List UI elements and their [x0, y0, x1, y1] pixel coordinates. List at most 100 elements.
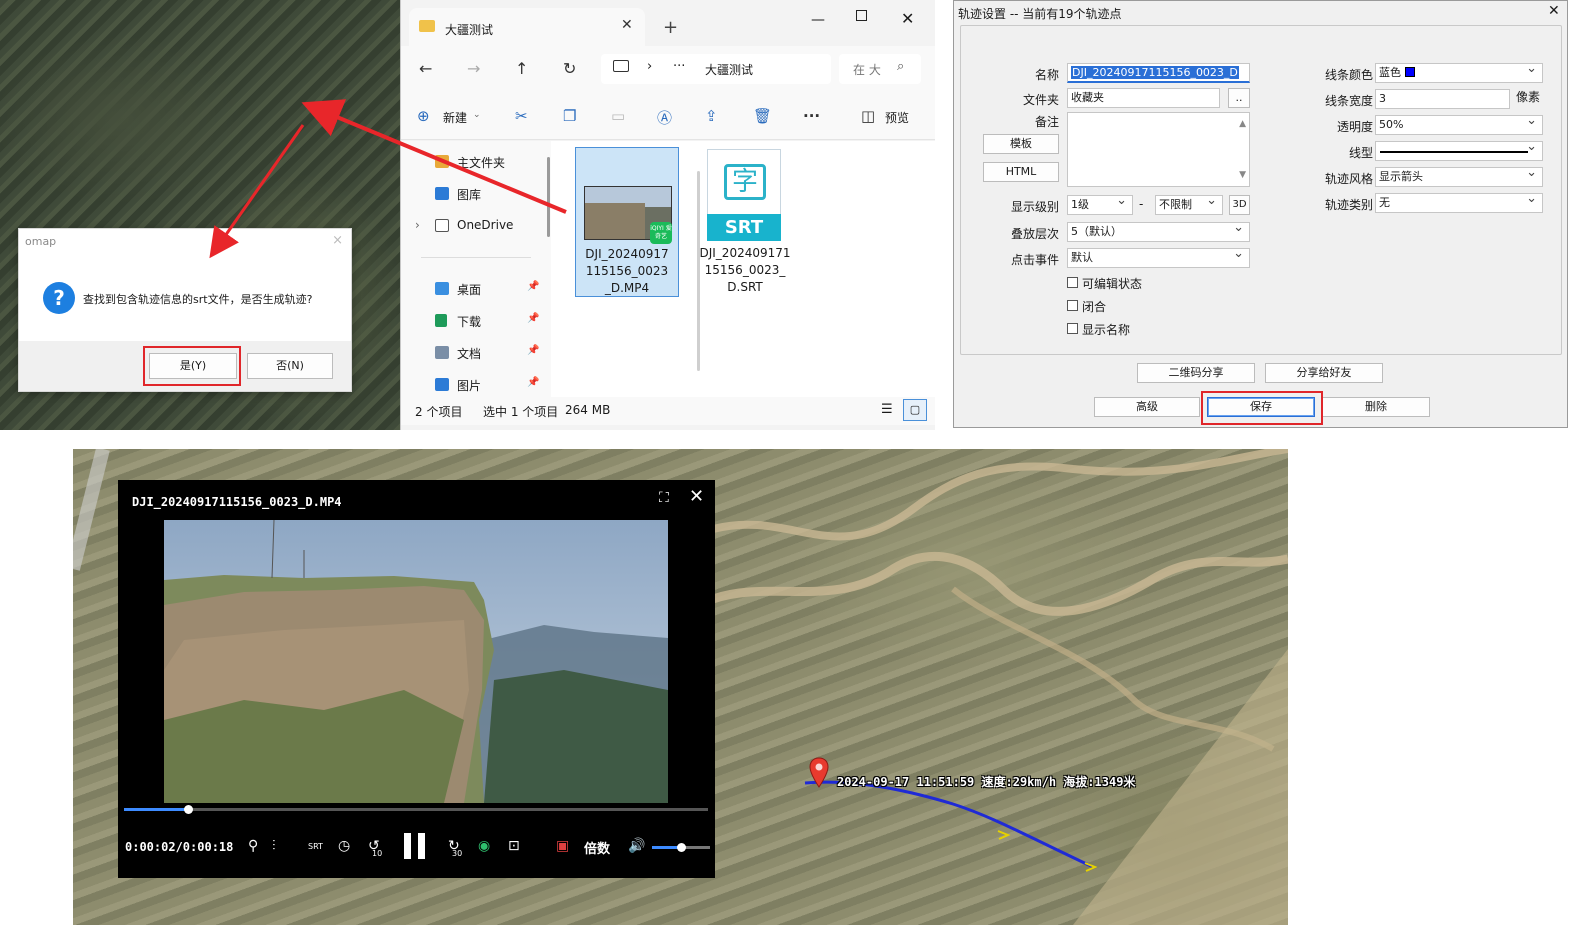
- chevron-down-icon[interactable]: ⌄: [473, 110, 481, 120]
- cut-icon[interactable]: ✂: [515, 107, 528, 125]
- html-button[interactable]: HTML: [983, 162, 1059, 182]
- track-type-select[interactable]: 无: [1375, 193, 1543, 213]
- file-name: DJI_20240917115156_0023_D.MP4: [585, 247, 669, 295]
- pin-icon[interactable]: 📌: [527, 313, 539, 324]
- pin-icon[interactable]: 📌: [527, 345, 539, 356]
- new-tab-button[interactable]: +: [663, 17, 678, 38]
- details-view-icon[interactable]: ☰: [881, 402, 893, 417]
- chevron-right-icon[interactable]: ›: [415, 218, 420, 232]
- refresh-icon[interactable]: ↻: [563, 59, 576, 78]
- display-level-label: 显示级别: [1010, 200, 1059, 214]
- folder-browse-button[interactable]: ..: [1228, 88, 1250, 108]
- back-arrow-icon[interactable]: ←: [419, 59, 432, 78]
- pause-button[interactable]: [404, 833, 426, 859]
- pin-icon[interactable]: 📌: [527, 377, 539, 388]
- location-pin-icon[interactable]: [809, 757, 829, 789]
- rewind-seconds: 10: [372, 849, 383, 858]
- copy-icon[interactable]: ❐: [563, 107, 576, 125]
- line-sample: [1380, 151, 1528, 153]
- stack-level-label: 叠放层次: [1010, 227, 1059, 241]
- main-scrollbar[interactable]: [697, 171, 700, 371]
- volume-icon[interactable]: 🔊: [628, 838, 645, 854]
- srt-icon[interactable]: SRT: [308, 842, 323, 851]
- track-line[interactable]: [804, 780, 1094, 869]
- speed-button[interactable]: 倍数: [584, 838, 610, 857]
- advanced-button[interactable]: 高级: [1094, 397, 1200, 417]
- subtitle-glyph: 字: [724, 164, 766, 200]
- up-arrow-icon[interactable]: ↑: [515, 59, 528, 78]
- note-textarea[interactable]: ▲ ▼: [1067, 112, 1250, 187]
- tiles-view-icon[interactable]: ▢: [903, 399, 927, 421]
- close-icon[interactable]: ✕: [621, 17, 633, 33]
- file-item-mp4[interactable]: iQIYI 爱奇艺 DJI_20240917115156_0023_D.MP4: [575, 147, 679, 297]
- new-button[interactable]: 新建: [443, 109, 467, 126]
- address-bar[interactable]: › ··· 大疆测试: [601, 54, 831, 84]
- close-icon[interactable]: ×: [332, 233, 343, 248]
- display-level-from-select[interactable]: 1级: [1067, 195, 1133, 215]
- file-name: DJI_20240917115156_0023_D.SRT: [699, 246, 791, 294]
- volume-slider[interactable]: [652, 843, 710, 852]
- line-color-select[interactable]: 蓝色: [1375, 63, 1543, 83]
- srt-band: SRT: [707, 214, 781, 241]
- more-icon[interactable]: ···: [803, 107, 820, 125]
- globe-sync-icon[interactable]: ◉: [478, 838, 490, 854]
- speed-clock-icon[interactable]: ◷: [338, 838, 350, 854]
- satellite-map-top[interactable]: omap × ? 查找到包含轨迹信息的srt文件，是否生成轨迹? 是(Y) 否(…: [0, 0, 400, 430]
- video-frame[interactable]: [164, 520, 668, 803]
- close-icon[interactable]: ✕: [689, 486, 704, 507]
- track-style-select[interactable]: 显示箭头: [1375, 167, 1543, 187]
- status-bar: 2 个项目 选中 1 个项目 264 MB ☰ ▢: [401, 397, 935, 425]
- display-level-to-select[interactable]: 不限制: [1155, 195, 1223, 215]
- opacity-select[interactable]: 50%: [1375, 115, 1543, 135]
- name-input[interactable]: DJI_20240917115156_0023_D: [1067, 63, 1250, 83]
- progress-knob[interactable]: [184, 805, 194, 814]
- line-type-select[interactable]: [1375, 141, 1543, 161]
- screenshot-icon[interactable]: ⊡: [508, 838, 520, 854]
- dialog-title: 轨迹设置 -- 当前有19个轨迹点: [958, 7, 1122, 21]
- maximize-button[interactable]: [856, 10, 867, 21]
- yes-button[interactable]: 是(Y): [149, 353, 237, 379]
- no-button[interactable]: 否(N): [247, 353, 333, 379]
- omap-confirm-dialog: omap × ? 查找到包含轨迹信息的srt文件，是否生成轨迹? 是(Y) 否(…: [18, 228, 352, 392]
- pin-icon[interactable]: ⚲: [248, 838, 258, 854]
- folder-input[interactable]: 收藏夹: [1067, 88, 1220, 108]
- srt-file-icon: 字 SRT: [707, 149, 781, 241]
- forward-arrow-icon[interactable]: →: [467, 59, 480, 78]
- scroll-up-icon[interactable]: ▲: [1239, 115, 1246, 133]
- file-item-srt[interactable]: 字 SRT DJI_20240917115156_0023_D.SRT: [693, 147, 797, 297]
- preview-button[interactable]: 预览: [885, 109, 909, 126]
- 3d-button[interactable]: 3D: [1229, 195, 1250, 215]
- item-count: 2 个项目: [415, 405, 463, 419]
- chevron-right-icon[interactable]: ›: [647, 59, 652, 74]
- click-event-select[interactable]: 默认: [1067, 248, 1250, 268]
- pin-icon[interactable]: 📌: [527, 281, 539, 292]
- satellite-map-bottom[interactable]: 2024-09-17 11:51:59 速度:29km/h 海拔:1349米 D…: [73, 449, 1288, 925]
- qr-share-button[interactable]: 二维码分享: [1137, 363, 1255, 383]
- audio-wave-icon[interactable]: ⫶: [272, 838, 276, 854]
- template-button[interactable]: 模板: [983, 134, 1059, 154]
- stack-level-select[interactable]: 5（默认）: [1067, 222, 1250, 242]
- window-close-button[interactable]: ✕: [901, 9, 914, 28]
- paste-icon[interactable]: ▭: [611, 107, 625, 125]
- command-bar: ⊕ 新建 ⌄ ✂ ❐ ▭ Ⓐ ⇪ 🗑 ··· ◫ 预览: [401, 92, 935, 140]
- delete-button[interactable]: 删除: [1322, 397, 1430, 417]
- rename-icon[interactable]: Ⓐ: [657, 107, 672, 128]
- tab-folder[interactable]: 大疆测试 ✕: [409, 8, 645, 46]
- scroll-down-icon[interactable]: ▼: [1239, 166, 1246, 184]
- new-plus-icon[interactable]: ⊕: [417, 107, 430, 125]
- share-icon[interactable]: ⇪: [705, 107, 718, 125]
- share-friend-button[interactable]: 分享给好友: [1265, 363, 1383, 383]
- address-path[interactable]: 大疆测试: [705, 61, 753, 78]
- more-path-icon[interactable]: ···: [673, 59, 685, 74]
- preview-pane-icon[interactable]: ◫: [861, 107, 875, 125]
- line-width-input[interactable]: 3: [1375, 89, 1510, 109]
- fullscreen-icon[interactable]: ⛶: [659, 490, 669, 506]
- volume-knob[interactable]: [677, 843, 686, 852]
- close-icon[interactable]: ✕: [1548, 3, 1560, 19]
- sidebar-scrollbar[interactable]: [547, 157, 550, 237]
- minimize-button[interactable]: —: [811, 12, 825, 28]
- progress-bar[interactable]: [124, 805, 708, 814]
- delete-icon[interactable]: 🗑: [753, 107, 772, 125]
- search-input[interactable]: 在 大 ⌕: [839, 54, 921, 84]
- record-icon[interactable]: ▣: [556, 838, 569, 854]
